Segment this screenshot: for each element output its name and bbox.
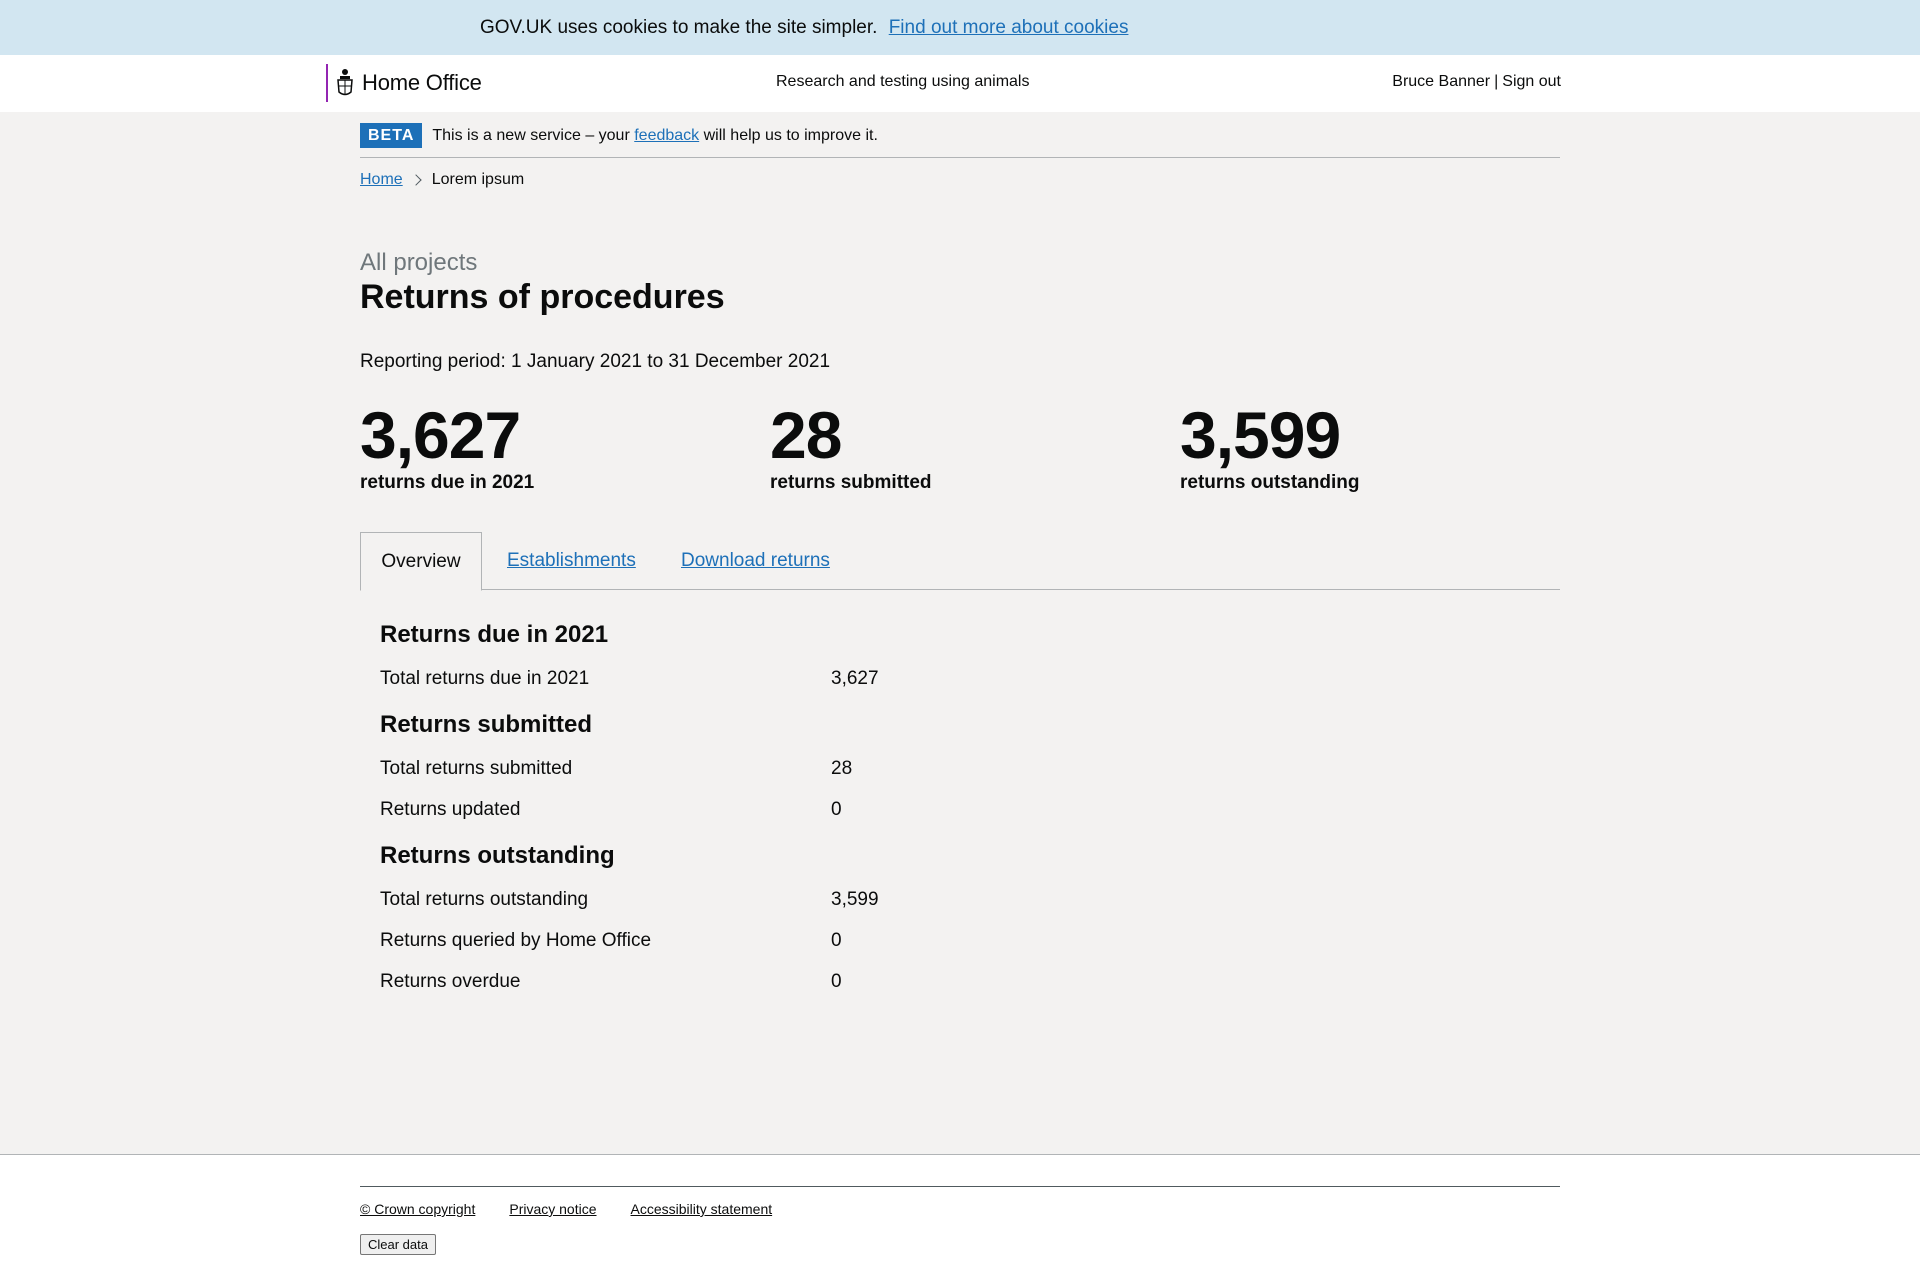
site-header: Home Office Research and testing using a… <box>0 55 1920 112</box>
stat-label: returns outstanding <box>1180 472 1360 493</box>
clear-data-button[interactable]: Clear data <box>360 1234 436 1255</box>
row-label: Total returns due in 2021 <box>380 667 590 689</box>
stat-label: returns submitted <box>770 472 932 493</box>
user-name[interactable]: Bruce Banner <box>1392 73 1490 90</box>
stat-returns-due: 3,627 returns due in 2021 <box>360 398 534 494</box>
stat-returns-submitted: 28 returns submitted <box>770 398 932 494</box>
stat-returns-outstanding: 3,599 returns outstanding <box>1180 398 1359 494</box>
breadcrumb-current: Lorem ipsum <box>431 171 525 188</box>
summary-row: Returns updated 0 <box>380 789 1560 830</box>
section-heading: Returns outstanding <box>380 842 615 869</box>
row-value: 3,599 <box>831 888 879 910</box>
sign-out-link[interactable]: Sign out <box>1502 73 1561 90</box>
phase-text-before: This is a new service – your <box>432 127 630 144</box>
footer-link-accessibility[interactable]: Accessibility statement <box>631 1201 773 1217</box>
summary-row: Total returns outstanding 3,599 <box>380 879 1560 920</box>
page-title: Returns of procedures <box>360 278 725 316</box>
summary-row: Total returns due in 2021 3,627 <box>380 658 1560 699</box>
section-heading: Returns submitted <box>380 711 593 738</box>
footer-link-crown-copyright[interactable]: © Crown copyright <box>360 1201 475 1217</box>
summary-row: Returns overdue 0 <box>380 961 1560 1002</box>
row-value: 0 <box>831 970 842 992</box>
phase-text-after: will help us to improve it. <box>703 127 878 144</box>
home-office-logo[interactable]: Home Office <box>326 64 482 102</box>
phase-banner-text: This is a new service – your feedback wi… <box>432 123 878 148</box>
breadcrumb: Home Lorem ipsum <box>360 171 1560 189</box>
feedback-link[interactable]: feedback <box>634 127 699 144</box>
row-value: 0 <box>831 798 842 820</box>
tabs: Overview Establishments Download returns <box>360 532 1560 591</box>
page-caption: All projects <box>360 249 478 276</box>
reporting-period: Reporting period: 1 January 2021 to 31 D… <box>360 351 831 372</box>
row-value: 28 <box>831 757 853 779</box>
breadcrumb-home[interactable]: Home <box>360 171 403 189</box>
beta-tag: BETA <box>360 123 423 148</box>
section-returns-due: Returns due in 2021 Total returns due in… <box>380 618 1560 699</box>
section-returns-submitted: Returns submitted Total returns submitte… <box>380 708 1560 830</box>
cookie-info-link[interactable]: Find out more about cookies <box>889 17 1129 38</box>
row-value: 0 <box>831 929 842 951</box>
section-heading: Returns due in 2021 <box>380 621 609 648</box>
phase-banner: BETA This is a new service – your feedba… <box>360 112 1560 158</box>
tab-overview[interactable]: Overview <box>360 532 482 591</box>
footer-divider <box>360 1186 1560 1187</box>
stat-value: 3,599 <box>1180 398 1341 472</box>
stat-label: returns due in 2021 <box>360 472 535 493</box>
service-name[interactable]: Research and testing using animals <box>776 73 1029 91</box>
stat-value: 3,627 <box>360 398 521 472</box>
chevron-right-icon <box>410 174 422 186</box>
row-label: Total returns outstanding <box>380 888 589 910</box>
row-label: Returns overdue <box>380 970 521 992</box>
tab-download-returns[interactable]: Download returns <box>681 532 830 590</box>
section-returns-outstanding: Returns outstanding Total returns outsta… <box>380 839 1560 1002</box>
nav-separator: | <box>1494 73 1499 90</box>
site-footer: © Crown copyright Privacy notice Accessi… <box>0 1154 1920 1285</box>
tab-establishments[interactable]: Establishments <box>507 532 636 590</box>
row-label: Returns queried by Home Office <box>380 929 652 951</box>
user-nav: Bruce Banner | Sign out <box>1392 73 1561 91</box>
cookie-banner-text: GOV.UK uses cookies to make the site sim… <box>480 16 878 38</box>
overview-panel: Returns due in 2021 Total returns due in… <box>380 618 1560 1011</box>
cookie-banner: GOV.UK uses cookies to make the site sim… <box>0 0 1920 55</box>
royal-crest-icon <box>334 67 356 99</box>
footer-links: © Crown copyright Privacy notice Accessi… <box>360 1201 806 1217</box>
stat-value: 28 <box>770 398 842 472</box>
summary-row: Total returns submitted 28 <box>380 748 1560 789</box>
footer-link-privacy[interactable]: Privacy notice <box>509 1201 596 1217</box>
row-label: Total returns submitted <box>380 757 573 779</box>
row-label: Returns updated <box>380 798 521 820</box>
summary-row: Returns queried by Home Office 0 <box>380 920 1560 961</box>
brand-name: Home Office <box>362 70 482 95</box>
row-value: 3,627 <box>831 667 879 689</box>
